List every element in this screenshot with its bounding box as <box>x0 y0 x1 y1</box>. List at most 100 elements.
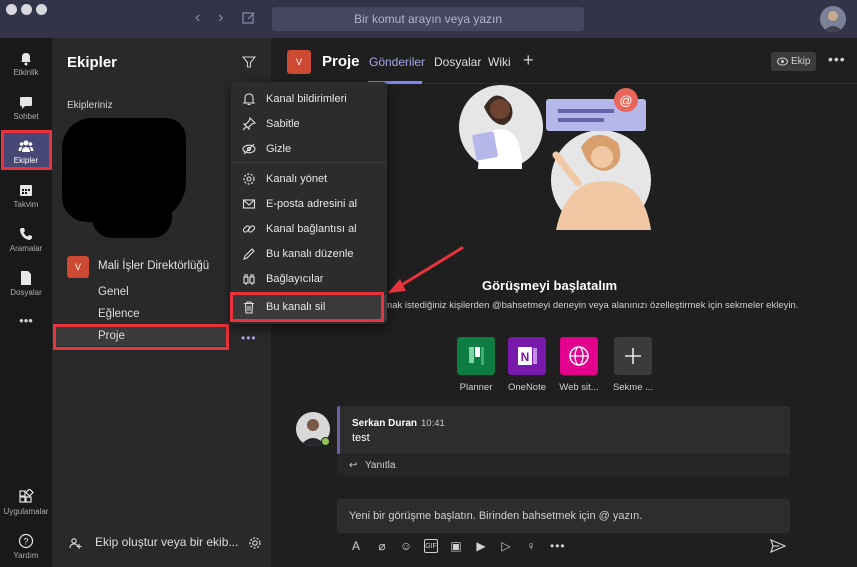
create-team-link[interactable]: Ekip oluştur veya bir ekib... <box>95 535 238 549</box>
menu-item-connectors[interactable]: Bağlayıcılar <box>231 267 387 292</box>
user-avatar[interactable] <box>820 6 846 32</box>
menu-item-label: Sabitle <box>266 118 300 130</box>
link-icon <box>242 225 256 233</box>
app-tile-planner[interactable] <box>457 337 495 375</box>
connector-icon <box>243 274 255 285</box>
menu-item-hide[interactable]: Gizle <box>231 137 387 162</box>
svg-text:N: N <box>521 350 530 364</box>
channel-item-eglence[interactable]: Eğlence <box>98 308 140 320</box>
team-button-label: Ekip <box>791 56 811 67</box>
svg-text:@: @ <box>619 93 632 108</box>
team-name: Mali İşler Direktörlüğü <box>98 260 210 272</box>
menu-item-label: Bu kanalı düzenle <box>266 248 354 260</box>
menu-item-label: Gizle <box>266 143 292 155</box>
channel-more-options-button[interactable]: ••• <box>241 331 257 345</box>
bell-icon <box>21 53 31 66</box>
mail-icon <box>242 199 256 209</box>
more-apps-button[interactable]: ••• <box>0 313 52 353</box>
welcome-illustration: @ <box>459 85 651 230</box>
window-close-button[interactable] <box>6 4 17 15</box>
praise-icon[interactable]: ♀ <box>524 539 538 553</box>
svg-text:?: ? <box>23 537 28 547</box>
highlight-teams-app <box>1 130 52 170</box>
back-arrow-icon[interactable]: ‹ <box>195 10 200 26</box>
app-store-label: Uygulamalar <box>3 507 49 516</box>
attach-icon[interactable]: ⌀ <box>375 539 389 553</box>
app-files-label: Dosyalar <box>10 288 42 297</box>
onenote-icon: N <box>518 347 537 365</box>
app-tile-website-label: Web sit... <box>559 382 599 393</box>
compose-icon[interactable] <box>242 11 256 25</box>
highlight-delete-channel <box>230 292 384 322</box>
channel-team-avatar: V <box>287 50 311 74</box>
globe-icon <box>569 346 589 366</box>
hero-subtitle: omak istediğiniz kişilerden @bahsetmeyi … <box>379 300 799 311</box>
team-button[interactable]: Ekip <box>771 52 816 71</box>
sticker-icon[interactable]: ▣ <box>449 539 463 553</box>
team-avatar: V <box>67 256 89 278</box>
app-tile-onenote-label: OneNote <box>507 382 547 393</box>
pencil-icon <box>243 248 255 260</box>
meet-now-icon[interactable]: ▶ <box>474 539 488 553</box>
app-help-label: Yardım <box>13 551 39 560</box>
apps-icon <box>19 489 34 503</box>
chat-icon <box>20 97 32 109</box>
app-store[interactable]: Uygulamalar <box>0 483 52 523</box>
calendar-icon <box>20 185 32 196</box>
redacted-area <box>92 138 172 238</box>
filter-icon[interactable] <box>242 55 256 69</box>
channel-item-genel[interactable]: Genel <box>98 286 129 298</box>
forward-arrow-icon[interactable]: › <box>218 10 223 26</box>
reply-arrow-icon: ↩ <box>349 460 358 471</box>
tab-files[interactable]: Dosyalar <box>434 55 481 69</box>
create-team-icon <box>69 538 82 549</box>
channel-context-menu: Kanal bildirimleri Sabitle Gizle Kanalı … <box>231 82 387 324</box>
command-search-input[interactable]: Bir komut arayın veya yazın <box>272 7 584 31</box>
app-chat[interactable]: Sohbet <box>0 88 52 128</box>
menu-item-pin[interactable]: Sabitle <box>231 112 387 137</box>
app-files[interactable]: Dosyalar <box>0 264 52 304</box>
menu-item-channel-notifications[interactable]: Kanal bildirimleri <box>231 87 387 112</box>
window-zoom-button[interactable] <box>36 4 47 15</box>
your-teams-label: Ekipleriniz <box>67 100 113 111</box>
app-activity[interactable]: Etkinlik <box>0 44 52 84</box>
menu-item-manage-channel[interactable]: Kanalı yönet <box>231 167 387 192</box>
app-help[interactable]: ? Yardım <box>0 527 52 567</box>
add-tab-button[interactable]: + <box>523 50 534 71</box>
stream-icon[interactable]: ▷ <box>499 539 513 553</box>
new-conversation-input[interactable]: Yeni bir görüşme başlatın. Birinden bahs… <box>337 499 790 533</box>
tab-posts[interactable]: Gönderiler <box>369 55 425 69</box>
app-calls[interactable]: Aramalar <box>0 220 52 260</box>
channel-title: Proje <box>322 53 360 70</box>
phone-icon <box>20 228 32 240</box>
presence-available-icon <box>321 437 330 446</box>
app-chat-label: Sohbet <box>13 112 39 121</box>
header-more-button[interactable]: ••• <box>828 51 846 67</box>
app-calendar[interactable]: Takvim <box>0 176 52 216</box>
more-options-icon[interactable]: ••• <box>550 539 565 553</box>
send-icon[interactable] <box>770 539 786 553</box>
format-icon[interactable]: A <box>349 539 363 553</box>
app-tile-onenote[interactable]: N <box>508 337 546 375</box>
app-tile-website[interactable] <box>560 337 598 375</box>
window-minimize-button[interactable] <box>21 4 32 15</box>
menu-item-label: Kanal bağlantısı al <box>266 223 357 235</box>
tab-wiki[interactable]: Wiki <box>488 55 511 69</box>
menu-item-get-link[interactable]: Kanal bağlantısı al <box>231 217 387 242</box>
app-tile-add-tab[interactable] <box>614 337 652 375</box>
gear-icon[interactable] <box>248 536 262 550</box>
hero-title: Görüşmeyi başlatalım <box>482 278 618 293</box>
menu-item-get-email[interactable]: E-posta adresini al <box>231 192 387 217</box>
message-time: 10:41 <box>421 418 445 429</box>
menu-item-label: Kanalı yönet <box>266 173 328 185</box>
hide-icon <box>242 143 256 155</box>
reply-button[interactable]: ↩ Yanıtla <box>337 454 790 476</box>
eye-icon <box>777 57 788 66</box>
title-bar: ‹ › Bir komut arayın veya yazın <box>0 0 857 38</box>
compose-placeholder: Yeni bir görüşme başlatın. Birinden bahs… <box>349 510 643 522</box>
menu-item-edit-channel[interactable]: Bu kanalı düzenle <box>231 242 387 267</box>
emoji-icon[interactable]: ☺ <box>399 539 413 553</box>
gif-icon[interactable]: GIF <box>424 539 438 553</box>
menu-item-label: Kanal bildirimleri <box>266 93 347 105</box>
gear-icon <box>243 173 255 185</box>
